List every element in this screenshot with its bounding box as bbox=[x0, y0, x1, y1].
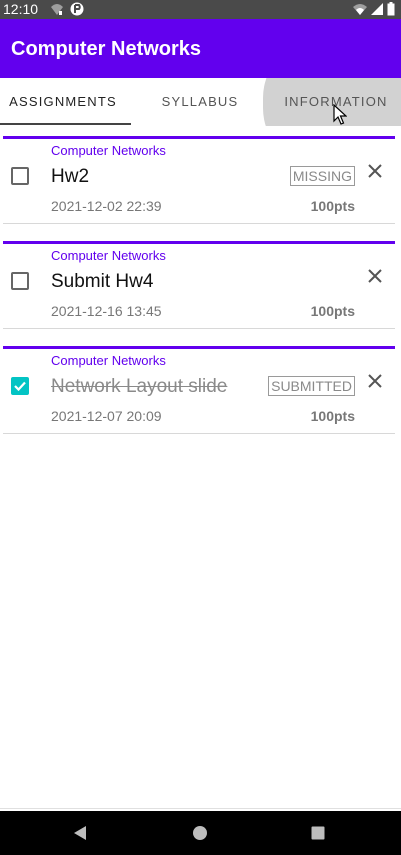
assignment-checkbox[interactable] bbox=[11, 377, 29, 395]
card-divider bbox=[3, 433, 395, 434]
battery-icon bbox=[387, 2, 395, 16]
card-divider bbox=[3, 328, 395, 329]
status-right-icons bbox=[353, 2, 395, 16]
home-icon[interactable] bbox=[192, 825, 208, 841]
tab-indicator bbox=[0, 123, 131, 125]
card-divider bbox=[3, 223, 395, 224]
assignment-date: 2021-12-16 13:45 bbox=[51, 303, 162, 319]
assignment-date: 2021-12-02 22:39 bbox=[51, 198, 162, 214]
assignment-points: 100pts bbox=[310, 408, 355, 424]
close-icon[interactable] bbox=[367, 163, 383, 179]
assignment-date: 2021-12-07 20:09 bbox=[51, 408, 162, 424]
mouse-cursor-icon bbox=[333, 104, 347, 125]
wifi-icon bbox=[353, 4, 367, 15]
assignment-card[interactable]: Computer Networks Network Layout slide S… bbox=[3, 346, 395, 434]
card-accent-line bbox=[3, 136, 395, 139]
status-left-icons bbox=[50, 2, 84, 16]
system-nav-bar bbox=[0, 811, 401, 855]
card-accent-line bbox=[3, 346, 395, 349]
assignment-checkbox[interactable] bbox=[11, 167, 29, 185]
app-notification-icon bbox=[70, 2, 84, 16]
assignment-course: Computer Networks bbox=[51, 353, 166, 368]
status-time: 12:10 bbox=[3, 1, 39, 17]
check-icon bbox=[14, 381, 26, 392]
tab-assignments[interactable]: ASSIGNMENTS bbox=[0, 78, 126, 126]
assignment-title: Submit Hw4 bbox=[51, 271, 154, 292]
assignment-title: Hw2 bbox=[51, 166, 90, 187]
status-bar: 12:10 bbox=[0, 0, 401, 19]
tab-syllabus[interactable]: SYLLABUS bbox=[135, 78, 265, 126]
back-icon[interactable] bbox=[72, 825, 88, 841]
card-accent-line bbox=[3, 241, 395, 244]
recents-icon[interactable] bbox=[310, 825, 326, 841]
assignment-course: Computer Networks bbox=[51, 143, 166, 158]
close-icon[interactable] bbox=[367, 373, 383, 389]
assignment-card[interactable]: Computer Networks Submit Hw4 2021-12-16 … bbox=[3, 241, 395, 329]
close-icon[interactable] bbox=[367, 268, 383, 284]
assignment-checkbox[interactable] bbox=[11, 272, 29, 290]
assignment-title: Network Layout slide bbox=[51, 376, 228, 397]
assignment-card[interactable]: Computer Networks Hw2 MISSING 2021-12-02… bbox=[3, 136, 395, 224]
app-bar: Computer Networks bbox=[0, 19, 401, 78]
signal-icon bbox=[371, 3, 383, 15]
status-badge: MISSING bbox=[289, 166, 355, 186]
assignment-points: 100pts bbox=[310, 198, 355, 214]
status-badge: SUBMITTED bbox=[268, 376, 355, 396]
assignment-points: 100pts bbox=[310, 303, 355, 319]
content-bottom-divider bbox=[0, 808, 401, 809]
wifi-calling-icon bbox=[51, 4, 63, 15]
app-title: Computer Networks bbox=[11, 38, 202, 60]
assignment-course: Computer Networks bbox=[51, 248, 166, 263]
